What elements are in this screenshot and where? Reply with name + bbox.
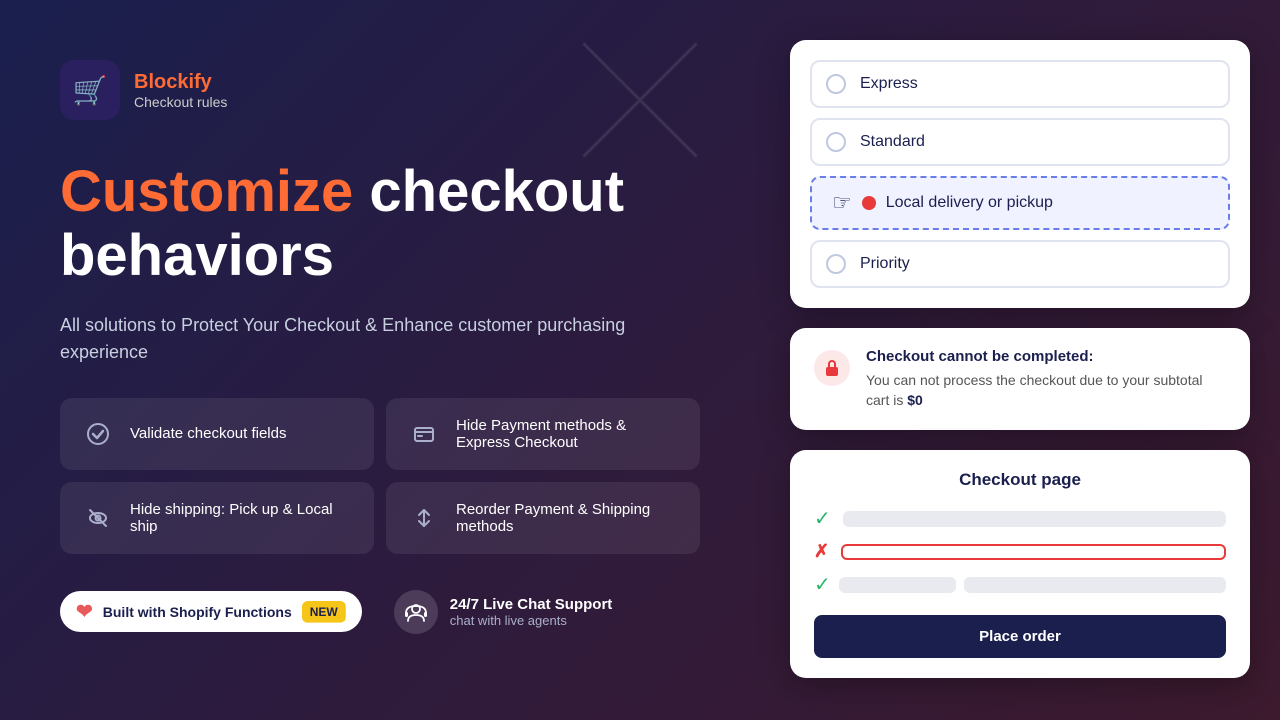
card-icon [406, 416, 442, 452]
place-order-button[interactable]: Place order [814, 615, 1226, 658]
checkout-row-3: ✓ [814, 572, 1226, 597]
lock-icon [814, 350, 850, 386]
error-body: You can not process the checkout due to … [866, 371, 1226, 410]
feature-hide-shipping-label: Hide shipping: Pick up & Local ship [130, 501, 354, 535]
error-title: Checkout cannot be completed: [866, 348, 1226, 365]
feature-hide-payment-label: Hide Payment methods & Express Checkout [456, 417, 680, 451]
brand-subtitle: Checkout rules [134, 94, 227, 110]
error-zero: $0 [907, 392, 923, 408]
subtext: All solutions to Protect Your Checkout &… [60, 312, 700, 366]
field-bar-short-2 [964, 577, 1226, 593]
field-bar-error [841, 544, 1226, 560]
check-green-2: ✓ [814, 572, 831, 597]
shipping-option-express: Express [810, 60, 1230, 108]
check-green-1: ✓ [814, 506, 831, 531]
shipping-express-label: Express [860, 75, 918, 93]
checkout-row-2: ✗ [814, 541, 1226, 562]
feature-hide-payment: Hide Payment methods & Express Checkout [386, 398, 700, 470]
support-title: 24/7 Live Chat Support [450, 596, 613, 613]
logo-area: 🛒 Blockify Checkout rules [60, 60, 700, 120]
logo-text-area: Blockify Checkout rules [134, 71, 227, 110]
tooltip-content: ☞ Local delivery or pickup [810, 176, 1230, 230]
logo-icon: 🛒 [60, 60, 120, 120]
drag-red-dot [862, 196, 876, 210]
support-badge: 24/7 Live Chat Support chat with live ag… [394, 590, 613, 634]
cursor-icon: ☞ [832, 190, 852, 216]
left-panel: 🛒 Blockify Checkout rules Customize chec… [60, 60, 700, 634]
bottom-badges: ❤ Built with Shopify Functions NEW 24/7 … [60, 590, 700, 634]
checkout-card: Checkout page ✓ ✗ ✓ Place order [790, 450, 1250, 678]
drag-tooltip: ☞ Local delivery or pickup [810, 176, 1230, 230]
support-text: 24/7 Live Chat Support chat with live ag… [450, 596, 613, 628]
shipping-option-standard: Standard [810, 118, 1230, 166]
brand-name: Blockify [134, 71, 227, 94]
feature-validate-label: Validate checkout fields [130, 425, 286, 442]
field-bar-short-1 [839, 577, 957, 593]
feature-reorder-label: Reorder Payment & Shipping methods [456, 501, 680, 535]
radio-standard [826, 132, 846, 152]
headline: Customize checkoutbehaviors [60, 160, 700, 288]
feature-hide-shipping: Hide shipping: Pick up & Local ship [60, 482, 374, 554]
reorder-icon [406, 500, 442, 536]
heart-icon: ❤ [76, 599, 93, 624]
right-panel: Express Standard ☞ Local delivery or pic… [760, 0, 1280, 720]
checkout-page-title: Checkout page [814, 470, 1226, 490]
checkmark-icon [80, 416, 116, 452]
radio-priority [826, 254, 846, 274]
radio-express [826, 74, 846, 94]
shipping-option-priority: Priority [810, 240, 1230, 288]
feature-reorder: Reorder Payment & Shipping methods [386, 482, 700, 554]
field-bar-1 [843, 511, 1226, 527]
shipping-card: Express Standard ☞ Local delivery or pic… [790, 40, 1250, 308]
new-badge: NEW [302, 601, 346, 623]
support-sub: chat with live agents [450, 613, 613, 628]
feature-grid: Validate checkout fields Hide Payment me… [60, 398, 700, 554]
feature-validate: Validate checkout fields [60, 398, 374, 470]
error-card: Checkout cannot be completed: You can no… [790, 328, 1250, 430]
eye-off-icon [80, 500, 116, 536]
shopify-badge-label: Built with Shopify Functions [103, 604, 292, 620]
logo-emoji: 🛒 [73, 74, 108, 107]
shopify-badge: ❤ Built with Shopify Functions NEW [60, 591, 362, 632]
error-text: Checkout cannot be completed: You can no… [866, 348, 1226, 410]
shipping-standard-label: Standard [860, 133, 925, 151]
headline-orange: Customize [60, 159, 353, 224]
shipping-priority-label: Priority [860, 255, 910, 273]
checkout-row-1: ✓ [814, 506, 1226, 531]
headset-icon [394, 590, 438, 634]
shipping-local-label: Local delivery or pickup [886, 194, 1053, 212]
check-red: ✗ [814, 541, 829, 562]
